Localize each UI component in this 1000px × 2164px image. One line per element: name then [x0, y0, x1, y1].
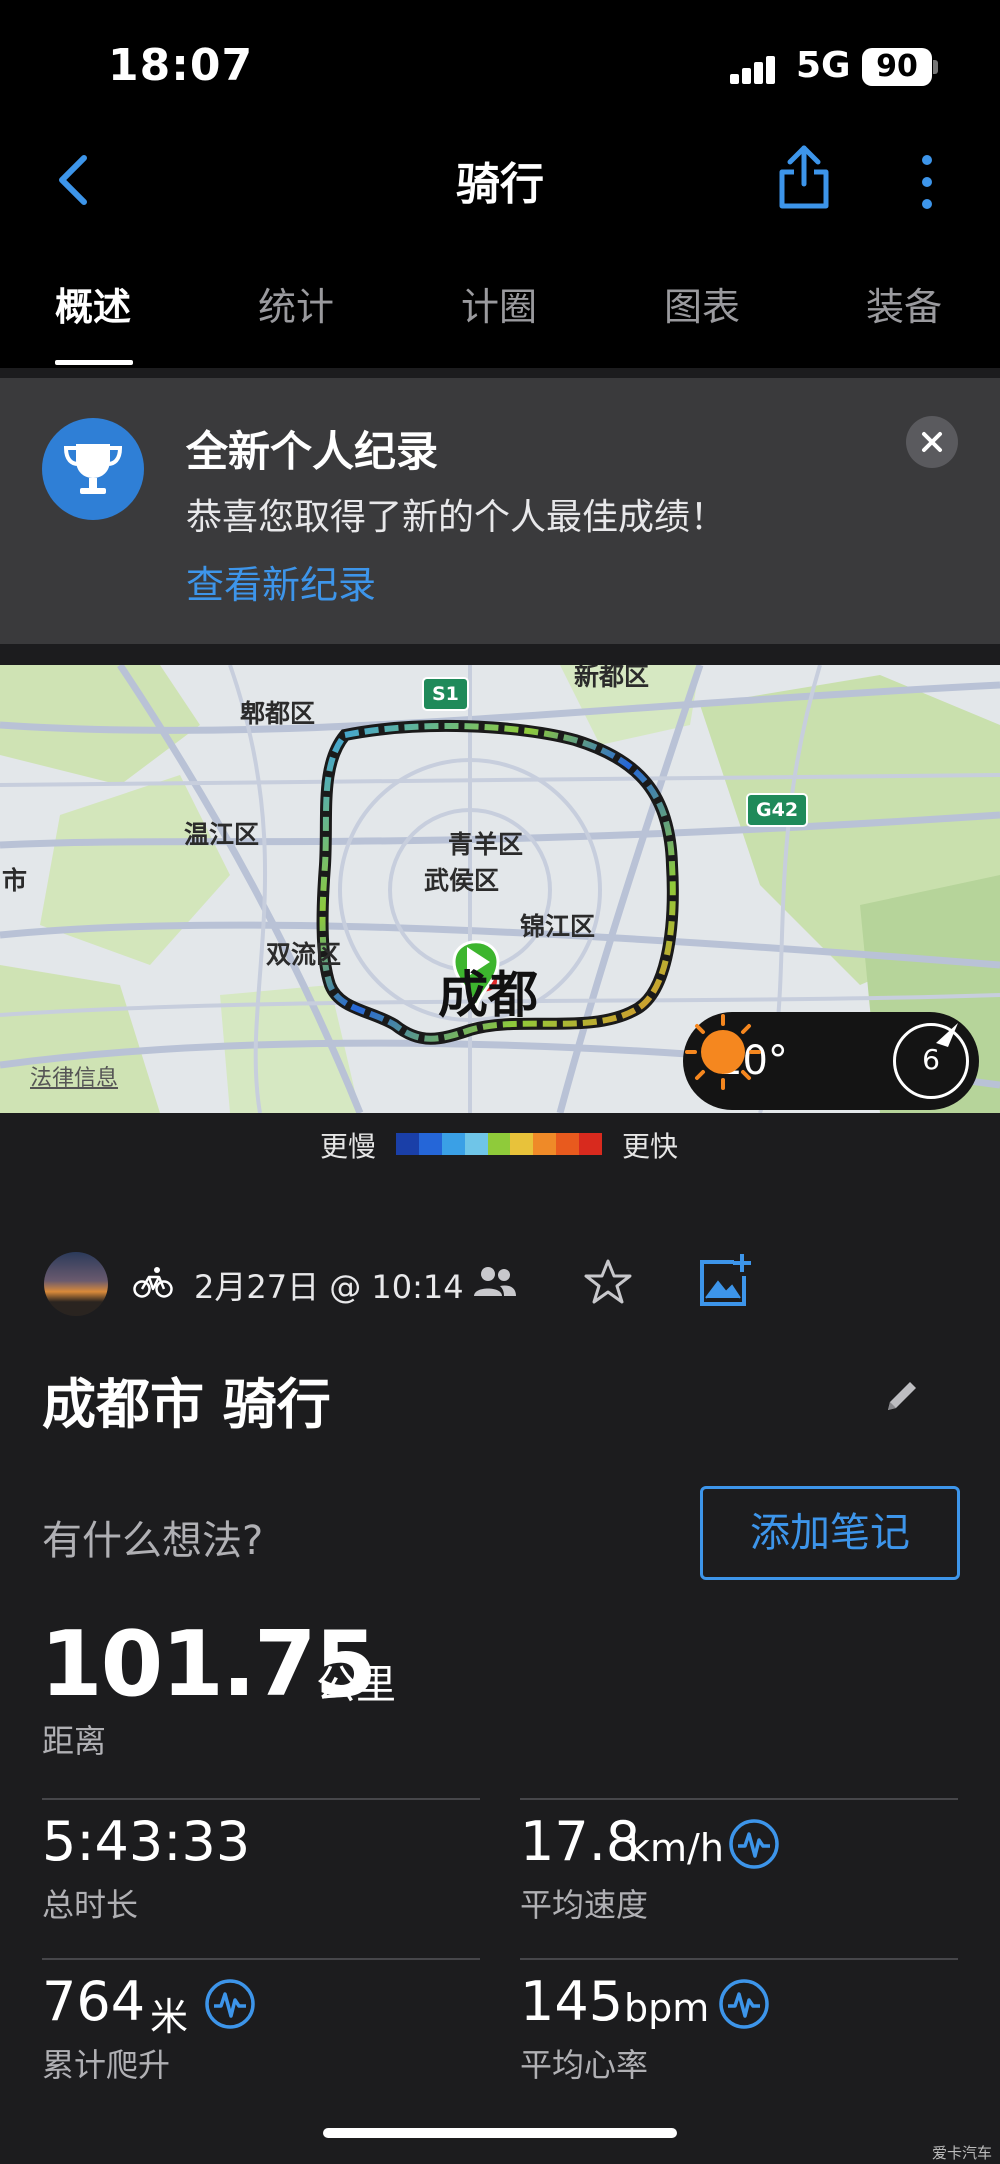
battery-tip	[933, 60, 938, 74]
divider	[520, 1798, 958, 1800]
personal-record-banner: 全新个人纪录 恭喜您取得了新的个人最佳成绩！ 查看新纪录	[0, 378, 1000, 644]
map-label-wenjiang: 温江区	[184, 820, 260, 849]
status-bar: 18:07 5G 90	[0, 0, 1000, 120]
avg-hr-unit: bpm	[624, 1986, 710, 2030]
tab-gear[interactable]: 装备	[866, 276, 942, 331]
speed-color-swatch	[396, 1133, 419, 1155]
duration-label: 总时长	[42, 1886, 139, 1924]
tab-laps[interactable]: 计圈	[461, 276, 537, 331]
bicycle-icon	[133, 1267, 173, 1298]
more-options-button[interactable]	[912, 152, 942, 212]
network-type: 5G	[796, 45, 851, 86]
home-indicator[interactable]	[323, 2128, 677, 2138]
speed-color-swatch	[487, 1133, 511, 1155]
tab-bar: 概述 统计 计圈 图表 装备	[0, 240, 1000, 368]
avg-speed-value: 17.8	[520, 1810, 641, 1873]
speed-color-swatch	[510, 1133, 534, 1155]
speed-legend-fast: 更快	[622, 1130, 679, 1163]
battery-icon: 90	[862, 48, 932, 86]
avatar[interactable]	[44, 1252, 108, 1316]
road-shield-g42: G42	[746, 793, 809, 827]
map-label-shuangliu: 双流区	[266, 940, 342, 969]
pulse-chart-icon[interactable]	[204, 1978, 256, 2030]
close-icon	[922, 432, 942, 452]
speed-color-swatch	[579, 1133, 603, 1155]
distance-unit: 公里	[316, 1662, 396, 1708]
pulse-chart-icon[interactable]	[718, 1978, 770, 2030]
banner-message: 恭喜您取得了新的个人最佳成绩！	[186, 497, 727, 538]
active-tab-indicator	[55, 360, 133, 365]
speed-gradient-bar	[396, 1133, 603, 1155]
elevation-label: 累计爬升	[42, 2046, 171, 2084]
page-title: 骑行	[456, 159, 544, 210]
speed-color-swatch	[533, 1133, 557, 1155]
map-label-pidu: 郫都区	[240, 699, 316, 728]
pencil-icon[interactable]	[880, 1374, 924, 1418]
watermark: 爱卡汽车	[932, 2144, 993, 2162]
tab-stats[interactable]: 统计	[258, 276, 334, 331]
share-button[interactable]	[776, 142, 832, 212]
trophy-icon	[42, 418, 144, 520]
elevation-value: 764	[42, 1970, 146, 2033]
speed-color-swatch	[441, 1133, 465, 1155]
avg-speed-label: 平均速度	[520, 1886, 649, 1924]
legal-info-link[interactable]: 法律信息	[30, 1060, 118, 1092]
avg-speed-unit: km/h	[628, 1826, 724, 1870]
road-shield-s1: S1	[422, 677, 469, 711]
wind-indicator: 6	[893, 1023, 969, 1099]
share-icon	[779, 145, 829, 209]
avg-hr-label: 平均心率	[520, 2046, 649, 2084]
divider	[42, 1798, 480, 1800]
tab-charts[interactable]: 图表	[664, 276, 740, 331]
map-label-jinjiang: 锦江区	[520, 912, 596, 941]
tab-overview[interactable]: 概述	[55, 276, 131, 331]
elevation-unit: 米	[150, 1995, 189, 2039]
people-icon[interactable]	[470, 1262, 520, 1302]
add-note-button[interactable]: 添加笔记	[700, 1486, 960, 1580]
map-city-label: 成都	[438, 966, 538, 1024]
duration-value: 5:43:33	[42, 1810, 251, 1873]
status-time: 18:07	[108, 40, 254, 91]
view-records-link[interactable]: 查看新纪录	[186, 554, 376, 609]
activity-title: 成都市 骑行	[42, 1373, 331, 1436]
sun-icon	[685, 1014, 761, 1090]
distance-label: 距离	[42, 1722, 107, 1760]
more-vertical-icon	[922, 155, 932, 209]
speed-color-swatch	[556, 1133, 580, 1155]
map-label-qingyang: 青羊区	[448, 830, 524, 859]
speed-color-swatch	[464, 1133, 488, 1155]
wind-speed: 6	[922, 1043, 940, 1076]
activity-date: 2月27日 @ 10:14	[194, 1268, 464, 1306]
star-icon[interactable]	[582, 1256, 634, 1308]
thoughts-prompt[interactable]: 有什么想法?	[42, 1508, 263, 1566]
avg-hr-value: 145	[520, 1970, 624, 2033]
pulse-chart-icon[interactable]	[728, 1818, 780, 1870]
signal-icon	[730, 52, 786, 84]
banner-close-button[interactable]	[906, 416, 958, 468]
weather-widget: 10° 6	[683, 1012, 979, 1110]
banner-title: 全新个人纪录	[186, 427, 439, 476]
nav-bar: 骑行	[0, 120, 1000, 240]
divider	[520, 1958, 958, 1960]
route-map[interactable]: 新都区 郫都区 温江区 青羊区 武侯区 锦江区 双流区 市 成都 S1 G42 …	[0, 665, 1000, 1113]
speed-legend-slow: 更慢	[320, 1130, 377, 1163]
speed-color-swatch	[418, 1133, 442, 1155]
divider	[42, 1958, 480, 1960]
map-label-xindu: 新都区	[574, 665, 650, 691]
add-photo-icon[interactable]	[696, 1252, 754, 1310]
map-label-edge: 市	[2, 866, 28, 895]
speed-legend: 更慢 更快	[0, 1113, 1000, 1173]
map-label-wuhou: 武侯区	[424, 866, 500, 895]
